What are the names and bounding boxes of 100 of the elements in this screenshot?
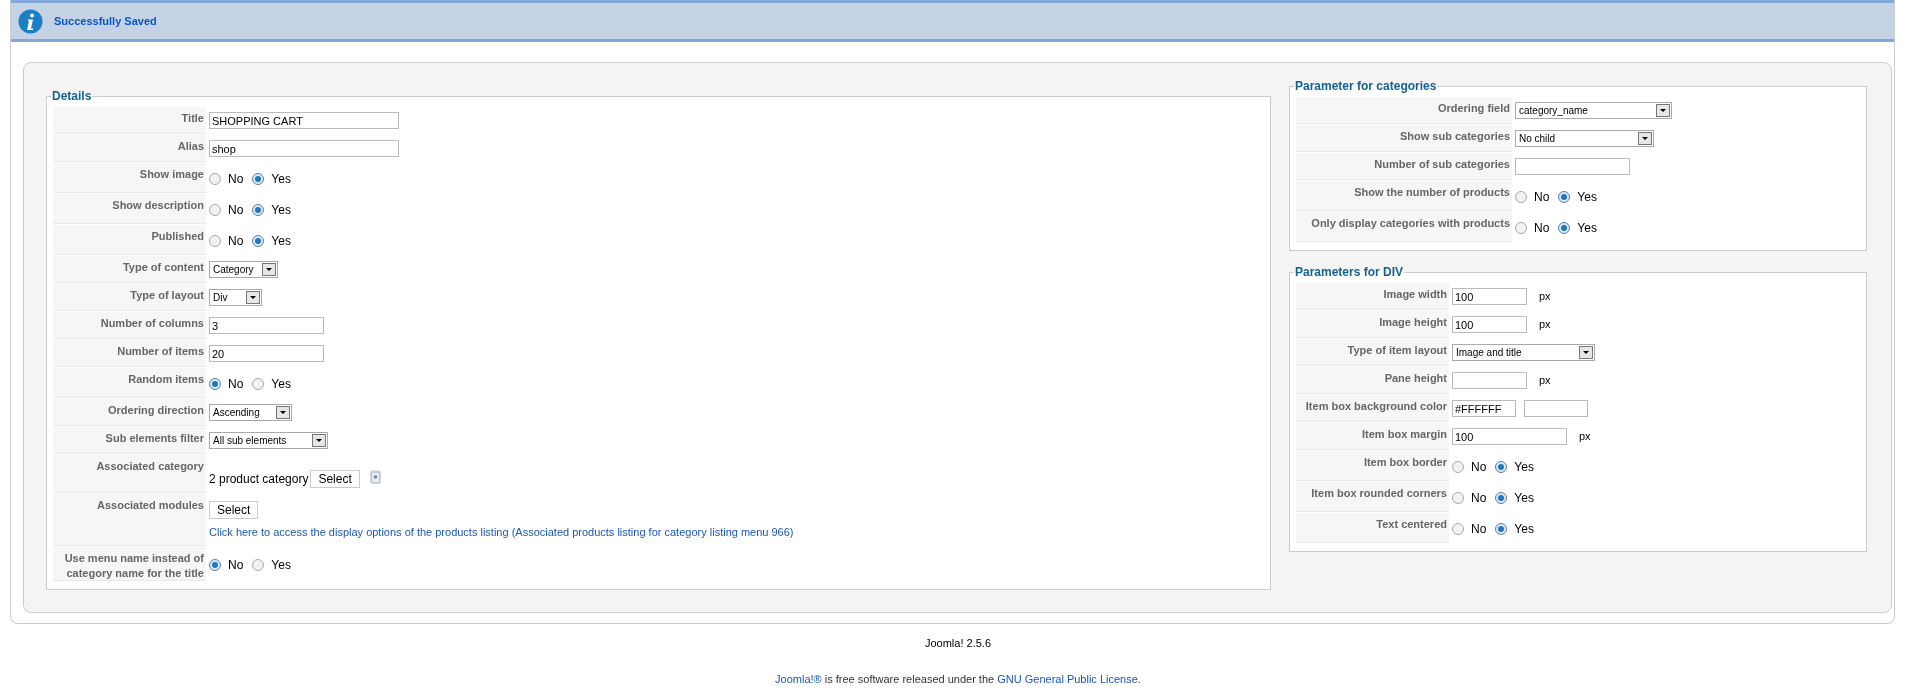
text-field[interactable]: 100 [1452,428,1567,445]
option-label: Yes [271,202,291,219]
field-label: Show sub categories [1399,130,1510,142]
text-field[interactable]: shop [209,140,399,157]
field-label: Show image [139,168,204,180]
text-field[interactable] [1452,372,1527,389]
text-field[interactable]: 3 [209,317,324,334]
radio-button[interactable] [209,204,221,216]
field-label: Item box border [1363,456,1447,468]
radio-button[interactable] [252,558,265,571]
dropdown[interactable]: Div [209,289,262,306]
field-label: Published [151,230,204,242]
option-label: No [228,556,244,574]
dropdown[interactable]: Ascending [209,404,292,421]
option-label: No [228,171,244,188]
option-label: No [1471,490,1487,507]
trash-icon[interactable] [369,470,381,484]
unit-label: px [1579,429,1591,445]
field-label: Alias [177,140,204,152]
radio-button[interactable] [209,378,221,390]
option-label: Yes [271,556,291,574]
category-text: 2 product category [209,471,309,488]
field-label: Sub elements filter [105,432,204,444]
option-label: Yes [1577,189,1597,206]
radio-button[interactable] [252,378,265,390]
field-label: Associated modules [97,499,204,511]
option-label: Yes [1514,490,1534,507]
license-text: Joomla!® is free software released under the GNU General Public License. [775,672,1141,687]
success-message: Successfully Saved [54,13,157,29]
option-label: No [228,233,244,250]
field-label: Item box background color [1305,400,1447,412]
unit-label: px [1539,289,1551,305]
dropdown[interactable]: Category [209,261,278,278]
text-field[interactable] [1515,158,1630,175]
text-field[interactable]: SHOPPING CART [209,112,399,129]
text-field[interactable]: 100 [1452,316,1527,333]
field-label: Pane height [1384,372,1447,384]
section-title: Parameters for DIV [1294,264,1405,281]
text-field[interactable]: 20 [209,345,324,362]
field-label: Image height [1379,316,1447,328]
radio-button[interactable] [1558,191,1571,203]
field-label: Ordering field [1437,102,1510,114]
field-label: Image width [1383,288,1447,300]
radio-button[interactable] [1558,222,1571,234]
text-field[interactable]: #FFFFFF [1452,400,1516,417]
unit-label: px [1539,373,1551,389]
radio-button[interactable] [1495,461,1508,473]
radio-button[interactable] [1495,523,1508,535]
dropdown[interactable]: No child [1515,130,1654,147]
version-text: Joomla! 2.5.6 [924,635,991,651]
field-label: Number of columns [100,317,204,329]
option-label: No [1534,220,1550,237]
field-label: Text centered [1376,518,1447,530]
text-field[interactable] [1524,400,1588,417]
field-label: Type of content [122,261,204,273]
license-link[interactable]: GNU General Public License [997,673,1138,685]
option-label: Yes [1577,220,1597,237]
radio-button[interactable] [252,204,265,216]
option-label: Yes [1514,521,1534,538]
option-label: Yes [1514,459,1534,476]
radio-button[interactable] [1515,191,1527,203]
field-label: Use menu name instead of category name for the title [64,551,204,579]
radio-button[interactable] [209,558,221,571]
option-label: No [228,376,244,393]
option-label: Yes [271,376,291,393]
radio-button[interactable] [252,173,265,185]
select-button[interactable]: Select [209,501,259,519]
option-label: No [1534,189,1550,206]
radio-button[interactable] [1452,523,1464,535]
field-label: Ordering direction [108,404,204,416]
field-label: Associated category [96,460,204,472]
license-link[interactable]: Joomla!® [775,673,822,685]
radio-button[interactable] [1452,492,1464,504]
dropdown[interactable]: category_name [1515,102,1672,119]
select-button[interactable]: Select [310,470,360,488]
option-label: No [1471,459,1487,476]
radio-button[interactable] [1495,492,1508,504]
option-label: No [1471,521,1487,538]
radio-button[interactable] [209,173,221,185]
section-title: Details [51,88,93,105]
field-label: Show description [112,199,204,211]
display-options-link[interactable]: Click here to access the display options of the products listing (Associated products listing for category listing menu 966) [209,524,1264,541]
radio-button[interactable] [1452,461,1464,473]
info-icon [18,8,43,34]
dropdown[interactable]: All sub elements [209,432,328,449]
dropdown[interactable]: Image and title [1452,344,1595,361]
option-label: Yes [271,171,291,188]
field-label: Only display categories with products [1311,217,1510,229]
field-label: Title [181,112,204,124]
field-label: Show the number of products [1354,186,1510,198]
field-label: Item box margin [1362,428,1447,440]
radio-button[interactable] [209,235,221,247]
option-label: Yes [271,233,291,250]
text-field[interactable]: 100 [1452,288,1527,305]
field-label: Type of layout [130,289,204,301]
section-title: Parameter for categories [1294,78,1438,95]
radio-button[interactable] [252,235,265,247]
field-label: Number of items [117,345,204,357]
radio-button[interactable] [1515,222,1527,234]
field-label: Type of item layout [1347,344,1447,356]
